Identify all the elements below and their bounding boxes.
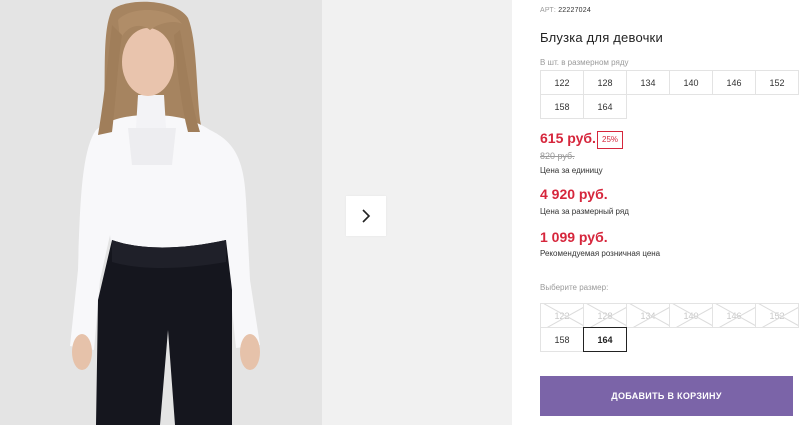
size-option-134: 134 xyxy=(626,303,670,328)
size-row-cell: 122 xyxy=(540,70,584,95)
recommended-retail-price-note: Рекомендуемая розничная цена xyxy=(540,249,661,258)
size-option-158[interactable]: 158 xyxy=(540,327,584,352)
product-info-panel: АРТ: 22227024 Блузка для девочки В шт. в… xyxy=(540,0,799,425)
size-row-price: 4 920 руб. xyxy=(540,186,608,202)
unit-price-note: Цена за единицу xyxy=(540,166,603,175)
size-row-cell: 140 xyxy=(669,70,713,95)
product-photo-illustration xyxy=(0,0,322,425)
add-to-cart-button[interactable]: ДОБАВИТЬ В КОРЗИНУ xyxy=(540,376,793,416)
size-row-cell: 128 xyxy=(583,70,627,95)
size-option-146: 146 xyxy=(712,303,756,328)
size-option-122: 122 xyxy=(540,303,584,328)
product-gallery xyxy=(0,0,512,425)
sizes-in-row-label: В шт. в размерном ряду xyxy=(540,58,629,67)
unit-price: 615 руб. xyxy=(540,130,596,146)
discount-badge: 25% xyxy=(597,131,624,149)
size-option-164[interactable]: 164 xyxy=(583,327,627,352)
size-selector: 122 128 134 140 146 152 158 164 xyxy=(540,303,799,352)
size-row-cell: 158 xyxy=(540,94,584,119)
size-row-cell: 134 xyxy=(626,70,670,95)
article-label: АРТ: xyxy=(540,7,557,14)
size-row-price-note: Цена за размерный ряд xyxy=(540,207,629,216)
product-photo[interactable] xyxy=(0,0,322,425)
article-number: АРТ: 22227024 xyxy=(540,7,591,14)
old-price: 820 руб. xyxy=(540,151,575,161)
choose-size-label: Выберите размер: xyxy=(540,283,609,292)
product-title: Блузка для девочки xyxy=(540,30,663,45)
sizes-in-row-grid: 122 128 134 140 146 152 158 164 xyxy=(540,70,799,119)
size-row-cell: 146 xyxy=(712,70,756,95)
chevron-right-icon xyxy=(362,209,371,223)
article-value: 22227024 xyxy=(558,7,591,14)
size-row-cell: 164 xyxy=(583,94,627,119)
size-option-128: 128 xyxy=(583,303,627,328)
size-option-152: 152 xyxy=(755,303,799,328)
next-photo-button[interactable] xyxy=(346,196,386,236)
size-option-140: 140 xyxy=(669,303,713,328)
size-row-cell: 152 xyxy=(755,70,799,95)
recommended-retail-price: 1 099 руб. xyxy=(540,229,608,245)
